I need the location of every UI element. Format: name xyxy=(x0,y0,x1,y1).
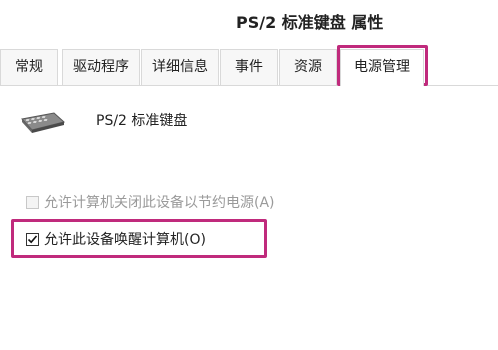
allow-power-off-checkbox[interactable] xyxy=(26,195,39,209)
allow-power-off-option: 允许计算机关闭此设备以节约电源(A) xyxy=(26,192,275,212)
tab-events[interactable]: 事件 xyxy=(220,49,278,85)
allow-wake-option: 允许此设备唤醒计算机(O) xyxy=(26,229,206,249)
window-title: PS/2 标准键盘 属性 xyxy=(236,13,384,32)
tab-power-management[interactable]: 电源管理 xyxy=(340,49,424,86)
device-name: PS/2 标准键盘 xyxy=(96,113,188,129)
tab-details[interactable]: 详细信息 xyxy=(141,49,219,85)
tab-strip: 常规 驱动程序 详细信息 事件 资源 电源管理 xyxy=(0,49,498,87)
tab-driver[interactable]: 驱动程序 xyxy=(62,49,140,85)
tab-content-panel xyxy=(0,86,498,350)
allow-wake-label: 允许此设备唤醒计算机(O) xyxy=(44,232,206,248)
properties-window: PS/2 标准键盘 属性 常规 驱动程序 详细信息 事件 资源 电源管理 PS/… xyxy=(0,0,498,350)
title-bar: PS/2 标准键盘 属性 xyxy=(0,0,498,44)
keyboard-icon xyxy=(21,112,66,133)
tab-resources[interactable]: 资源 xyxy=(279,49,337,85)
allow-wake-checkbox[interactable] xyxy=(26,232,39,246)
tab-general[interactable]: 常规 xyxy=(0,49,58,85)
checkmark-icon xyxy=(27,234,38,243)
allow-power-off-label: 允许计算机关闭此设备以节约电源(A) xyxy=(44,195,275,211)
